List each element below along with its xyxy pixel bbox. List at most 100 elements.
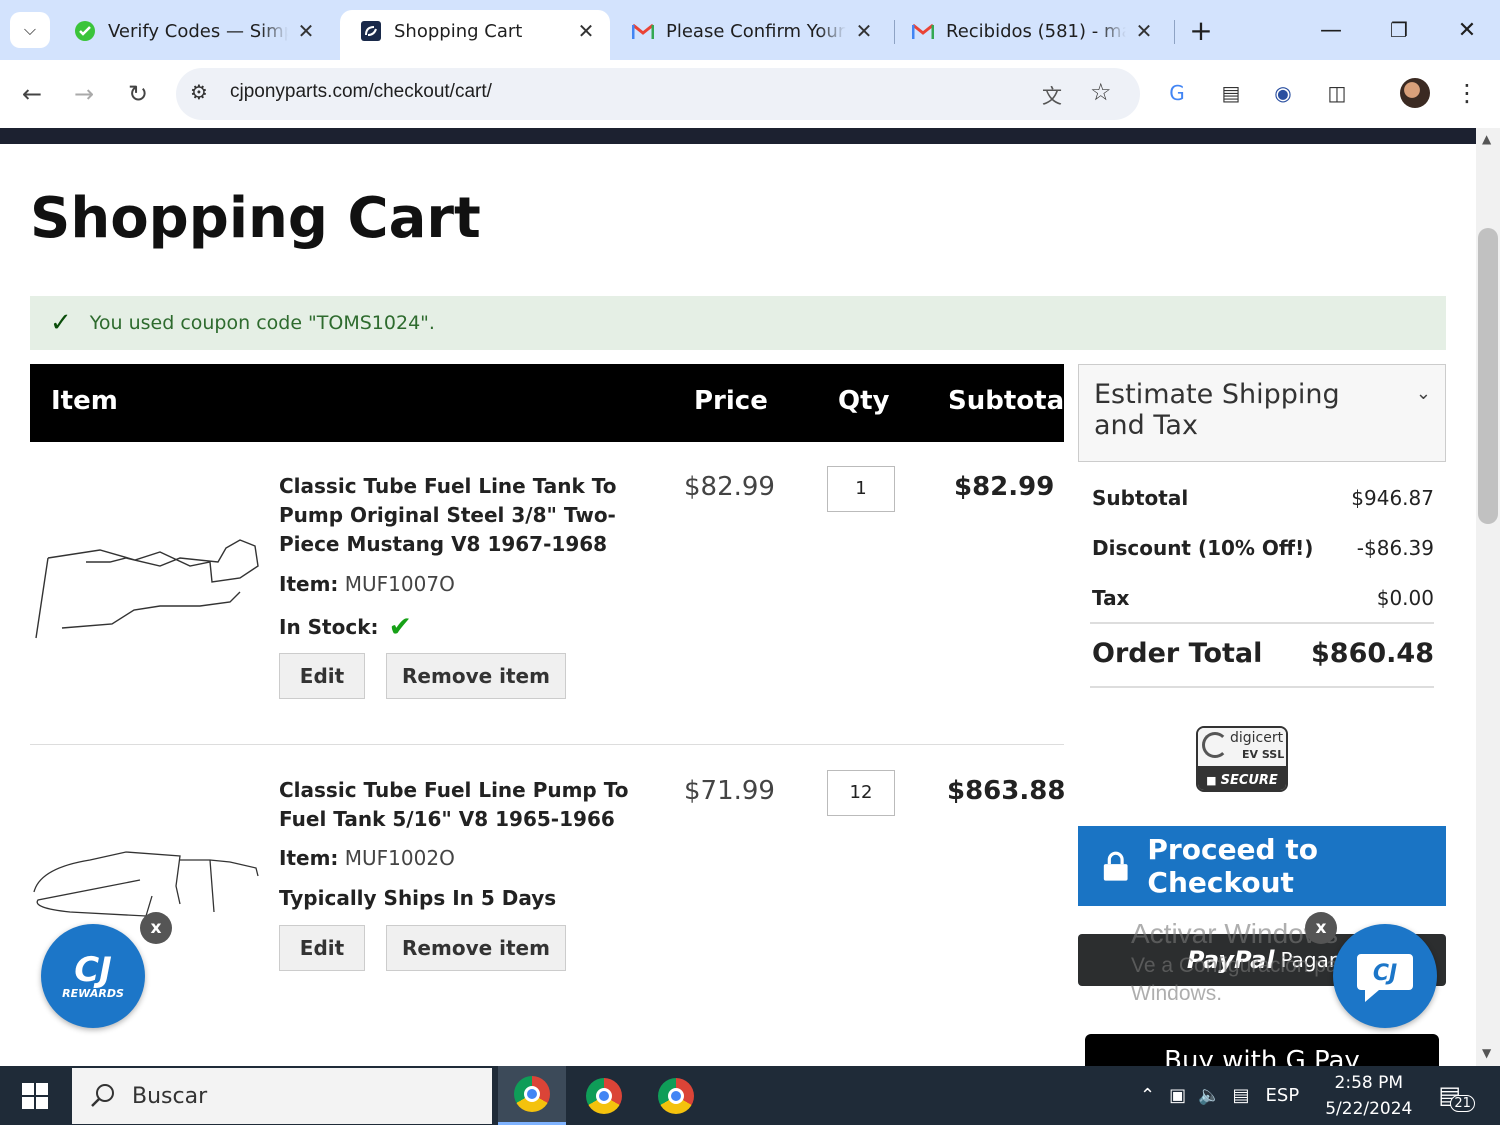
address-bar[interactable]: ⚙ cjponyparts.com/checkout/cart/ 文 ☆ (176, 68, 1140, 120)
header-price: Price (694, 386, 768, 416)
chevron-up-icon[interactable]: ⌃ (1140, 1085, 1155, 1106)
device-icon[interactable]: ▣ (1169, 1085, 1186, 1106)
rewards-widget[interactable]: CJ REWARDS (41, 924, 145, 1028)
item-subtotal: $82.99 (954, 472, 1055, 502)
browser-toolbar: ← → ↻ ⚙ cjponyparts.com/checkout/cart/ 文… (0, 60, 1500, 128)
robot-extension-icon[interactable]: ▤ (1216, 78, 1246, 108)
clock[interactable]: 2:58 PM 5/22/2024 (1325, 1070, 1412, 1122)
url-text[interactable]: cjponyparts.com/checkout/cart/ (230, 81, 492, 103)
taskbar-chrome-profile-app[interactable] (570, 1066, 638, 1125)
estimate-shipping-toggle[interactable]: Estimate Shipping and Tax ⌄ (1078, 364, 1446, 462)
chat-widget[interactable]: CJ (1333, 924, 1437, 1028)
network-icon[interactable]: ▤ (1233, 1085, 1250, 1106)
new-tab-button[interactable]: + (1178, 8, 1224, 52)
remove-item-button[interactable]: Remove item (386, 925, 566, 971)
notifications-button[interactable]: ▤ 21 (1438, 1081, 1475, 1112)
digicert-brand: digicert (1230, 730, 1284, 746)
chrome-icon (514, 1076, 550, 1112)
header-subtotal: Subtotal (948, 386, 1074, 416)
summary-subtotal-value: $946.87 (1351, 486, 1434, 510)
menu-dots-icon[interactable]: ⋮ (1452, 78, 1482, 108)
scroll-up-arrow-icon[interactable]: ▲ (1482, 132, 1491, 146)
tab-search-button[interactable]: ⌵ (10, 12, 50, 48)
forward-button[interactable]: → (64, 74, 104, 114)
google-pay-button[interactable]: Buy with G Pay (1085, 1034, 1439, 1066)
google-pay-label: Buy with G Pay (1164, 1046, 1360, 1066)
close-icon[interactable]: ✕ (296, 19, 316, 43)
start-button[interactable] (0, 1066, 70, 1125)
proceed-to-checkout-button[interactable]: Proceed to Checkout (1078, 826, 1446, 906)
site-info-icon[interactable]: ⚙ (190, 80, 208, 104)
language-indicator[interactable]: ESP (1266, 1085, 1300, 1106)
close-rewards-button[interactable]: x (140, 912, 172, 944)
gmail-icon (912, 20, 934, 42)
close-window-button[interactable]: ✕ (1444, 8, 1490, 52)
back-button[interactable]: ← (12, 74, 52, 114)
close-icon[interactable]: ✕ (854, 19, 874, 43)
restore-button[interactable]: ❐ (1376, 8, 1422, 52)
quantity-input[interactable]: 1 (827, 466, 895, 512)
google-translate-extension-icon[interactable]: G (1162, 78, 1192, 108)
quantity-input[interactable]: 12 (827, 770, 895, 816)
tab-title: Shopping Cart (394, 20, 523, 42)
close-icon[interactable]: ✕ (576, 19, 596, 43)
lock-icon (1103, 851, 1128, 881)
reload-button[interactable]: ↻ (118, 74, 158, 114)
chevron-down-icon: ⌵ (23, 20, 37, 39)
page-scrollbar[interactable]: ▲ ▼ (1476, 128, 1500, 1066)
summary-tax-row: Tax $0.00 (1092, 586, 1434, 610)
gmail-icon (632, 20, 654, 42)
digicert-ssl-seal[interactable]: digicert EV SSL ■ SECURE (1196, 726, 1288, 792)
cart-table-header: Item Price Qty Subtotal (30, 364, 1073, 442)
translate-icon[interactable]: 文 (1042, 80, 1062, 109)
scroll-down-arrow-icon[interactable]: ▼ (1482, 1046, 1491, 1060)
product-name[interactable]: Classic Tube Fuel Line Tank To Pump Orig… (279, 472, 659, 559)
summary-divider (1090, 622, 1434, 624)
profile-avatar[interactable] (1400, 78, 1430, 108)
summary-discount-row: Discount (10% Off!) -$86.39 (1092, 536, 1434, 560)
taskbar-chrome-app[interactable] (498, 1066, 566, 1125)
volume-icon[interactable]: 🔈 (1198, 1085, 1220, 1106)
summary-divider (1090, 686, 1434, 688)
tab-shopping-cart[interactable]: Shopping Cart ✕ (340, 10, 610, 60)
scrollbar-thumb[interactable] (1478, 228, 1498, 524)
summary-subtotal-row: Subtotal $946.87 (1092, 486, 1434, 510)
stock-label: In Stock: (279, 614, 379, 639)
close-rewards-label: x (150, 918, 162, 938)
summary-tax-value: $0.00 (1376, 586, 1434, 610)
bookmark-star-icon[interactable]: ☆ (1090, 78, 1112, 106)
extensions-puzzle-icon[interactable]: ◫ (1322, 78, 1352, 108)
taskbar-chrome-profile-app[interactable] (642, 1066, 710, 1125)
minimize-button[interactable]: — (1308, 8, 1354, 52)
summary-tax-label: Tax (1092, 586, 1130, 610)
tab-confirm-subscription[interactable]: Please Confirm Your Subscription ✕ (612, 10, 888, 60)
chrome-icon (658, 1077, 694, 1114)
shipping-status: Typically Ships In 5 Days (279, 886, 557, 910)
tab-strip: ⌵ Verify Codes — SimplyCodes ✕ Shopping … (0, 0, 1500, 60)
product-image (33, 851, 259, 917)
product-image (35, 539, 259, 639)
clock-date: 5/22/2024 (1325, 1098, 1413, 1119)
notification-count: 21 (1450, 1094, 1475, 1112)
page-title: Shopping Cart (30, 186, 481, 251)
close-icon[interactable]: ✕ (1134, 19, 1154, 43)
close-chat-button[interactable]: x (1305, 912, 1337, 944)
stock-status: In Stock: ✔ (279, 610, 412, 643)
product-name[interactable]: Classic Tube Fuel Line Pump To Fuel Tank… (279, 776, 659, 834)
remove-item-button[interactable]: Remove item (386, 653, 566, 699)
item-price: $71.99 (684, 776, 775, 806)
tab-title: Recibidos (581) - maria (946, 20, 1126, 42)
digicert-ev-ssl: EV SSL (1242, 748, 1285, 761)
summary-total-row: Order Total $860.48 (1092, 638, 1434, 669)
in-stock-check-icon: ✔ (388, 610, 412, 643)
rewards-label: REWARDS (62, 986, 124, 1000)
edit-button[interactable]: Edit (279, 925, 365, 971)
summary-subtotal-label: Subtotal (1092, 486, 1189, 510)
tab-recibidos[interactable]: Recibidos (581) - maria ✕ (892, 10, 1168, 60)
edit-button[interactable]: Edit (279, 653, 365, 699)
tab-verify-codes[interactable]: Verify Codes — SimplyCodes ✕ (54, 10, 330, 60)
chat-bubble-icon: CJ (1357, 954, 1413, 1002)
taskbar-search-box[interactable]: Buscar (72, 1068, 492, 1124)
search-icon (91, 1084, 114, 1107)
rss-extension-icon[interactable]: ◉ (1268, 78, 1298, 108)
